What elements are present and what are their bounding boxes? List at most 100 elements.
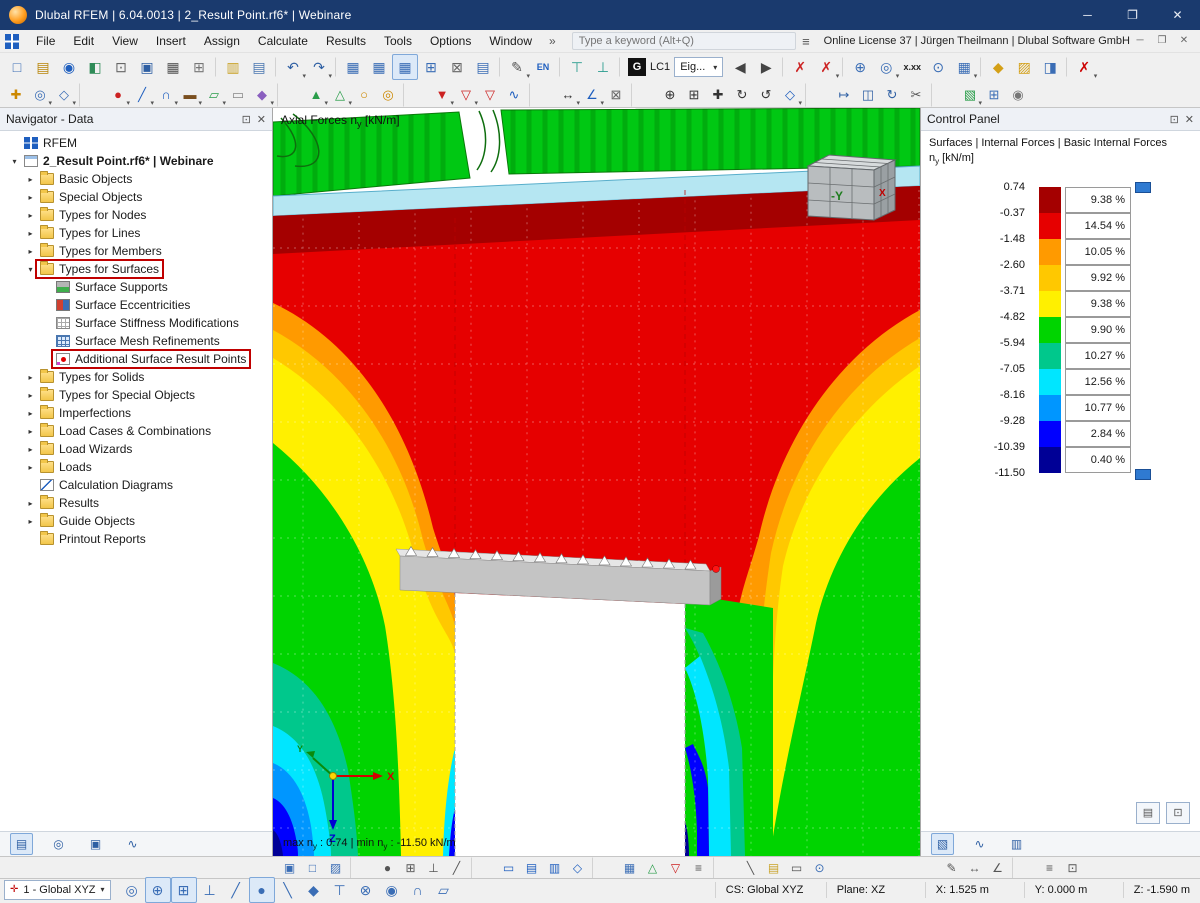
show-supports-icon[interactable]: △ xyxy=(641,857,664,879)
model-view-canvas[interactable]: Y X Z -Y X Axial Forces ny [kN/m] max ny… xyxy=(273,108,920,856)
navigator-tree-item[interactable]: ▸ Guide Objects xyxy=(0,512,272,530)
select-special-icon[interactable]: ◇ xyxy=(52,83,76,107)
menu-item[interactable]: View xyxy=(103,30,147,52)
isometric-small-icon[interactable]: ◇ xyxy=(566,857,589,879)
display-properties-icon[interactable]: ✎ xyxy=(504,54,530,80)
navigator-tree-item[interactable]: Surface Stiffness Modifications xyxy=(0,314,272,332)
status-ortho-icon[interactable]: ⊥ xyxy=(197,877,223,903)
navigator-tree-item[interactable]: ▸ Types for Solids xyxy=(0,368,272,386)
status-workplane-icon[interactable]: ▱ xyxy=(431,877,457,903)
close-button[interactable]: ✕ xyxy=(1155,0,1200,30)
navigator-tree-item[interactable]: ▸ Imperfections xyxy=(0,404,272,422)
menu-item[interactable]: Assign xyxy=(195,30,249,52)
tree-expand-arrow[interactable]: ▸ xyxy=(24,445,37,454)
navigator-tree-item[interactable]: ▾ 2_Result Point.rf6* | Webinare xyxy=(0,152,272,170)
results-navigator-tab-icon[interactable]: ∿ xyxy=(121,833,144,855)
isometric-view-icon[interactable]: ◇ xyxy=(778,83,802,107)
clipping-box-icon[interactable]: ⊠ xyxy=(604,83,628,107)
tree-expand-arrow[interactable]: ▸ xyxy=(24,211,37,220)
menu-overflow-chevron[interactable]: » xyxy=(541,34,564,48)
navigator-tree-item[interactable]: ▸ Load Cases & Combinations xyxy=(0,422,272,440)
coordinate-system-select[interactable]: ✛ 1 - Global XYZ ▾ xyxy=(4,880,111,900)
dlubal-online-icon[interactable]: ◉ xyxy=(56,54,82,80)
arc-icon[interactable]: ∩ xyxy=(154,83,178,107)
status-line-snap-icon[interactable]: ╲ xyxy=(275,877,301,903)
align-top-icon[interactable]: ⊤ xyxy=(564,54,590,80)
panel-close-icon[interactable]: ✕ xyxy=(1185,113,1194,126)
menu-item[interactable]: Edit xyxy=(64,30,103,52)
status-perpendicular-icon[interactable]: ⊤ xyxy=(327,877,353,903)
move-copy-icon[interactable]: ↦ xyxy=(832,83,856,107)
navigator-tree-item[interactable]: Surface Supports xyxy=(0,278,272,296)
smooth-results-tab-icon[interactable]: ∿ xyxy=(968,833,991,855)
menu-item[interactable]: Window xyxy=(480,30,541,52)
status-grid-icon[interactable]: ⊞ xyxy=(171,877,197,903)
line-support-icon[interactable]: △ xyxy=(328,83,352,107)
line-hinge-icon[interactable]: ◎ xyxy=(376,83,400,107)
national-annex-icon[interactable]: EN xyxy=(530,54,556,80)
member-icon[interactable]: ▬ xyxy=(178,83,202,107)
menu-item[interactable]: Options xyxy=(421,30,480,52)
status-tangent-icon[interactable]: ∩ xyxy=(405,877,431,903)
navigator-tree-item[interactable]: ▸ Loads xyxy=(0,458,272,476)
result-grid-icon[interactable]: ▦ xyxy=(951,54,977,80)
views-navigator-tab-icon[interactable]: ▣ xyxy=(84,833,107,855)
color-scale-tab-icon[interactable]: ▧ xyxy=(931,833,954,855)
opening-icon[interactable]: ▭ xyxy=(226,83,250,107)
angle-measure-icon[interactable]: ∠ xyxy=(986,857,1009,879)
edit-drawing-icon[interactable]: ✎ xyxy=(940,857,963,879)
navigator-close-icon[interactable]: ✕ xyxy=(257,113,266,126)
search-menu-icon[interactable]: ≡ xyxy=(802,34,810,49)
menu-item[interactable]: Tools xyxy=(375,30,421,52)
show-loads-icon[interactable]: ◆ xyxy=(985,54,1011,80)
status-object-snap-icon[interactable]: ● xyxy=(249,877,275,903)
sticky-note-icon[interactable]: ▥ xyxy=(220,54,246,80)
navigator-tree-item[interactable]: ▸ Load Wizards xyxy=(0,440,272,458)
tree-expand-arrow[interactable]: ▸ xyxy=(24,463,37,472)
doc-restore-icon[interactable]: ❐ xyxy=(1152,32,1172,50)
csc-interface-icon[interactable]: ⊠ xyxy=(444,54,470,80)
table-export-icon[interactable]: ⊞ xyxy=(418,54,444,80)
panel-toggle-icon[interactable]: ◨ xyxy=(1037,54,1063,80)
menu-item[interactable]: Results xyxy=(317,30,375,52)
doc-close-icon[interactable]: ✕ xyxy=(1174,32,1194,50)
settings-icon[interactable]: ◉ xyxy=(1006,83,1030,107)
navigator-tree-item[interactable]: ▸ Types for Nodes xyxy=(0,206,272,224)
margin-icon[interactable]: ▭ xyxy=(785,857,808,879)
navigator-tree-item[interactable]: ▸ Basic Objects xyxy=(0,170,272,188)
filter-loads-icon[interactable]: ✗ xyxy=(787,54,813,80)
imperfection-icon[interactable]: ∿ xyxy=(502,83,526,107)
undo-icon[interactable]: ↶ xyxy=(280,54,306,80)
scissors-icon[interactable]: ✂ xyxy=(904,83,928,107)
panel-float-icon[interactable]: ⊡ xyxy=(1170,113,1179,126)
show-loads-small-icon[interactable]: ▽ xyxy=(664,857,687,879)
tree-expand-arrow[interactable]: ▸ xyxy=(24,499,37,508)
add-result-point-icon[interactable]: ⊕ xyxy=(847,54,873,80)
fullscreen-icon[interactable]: ⊡ xyxy=(1061,857,1084,879)
doc-minimize-icon[interactable]: ─ xyxy=(1130,32,1150,50)
delete-results-icon[interactable]: ✗ xyxy=(1071,54,1097,80)
view-yz-icon[interactable]: ▥ xyxy=(543,857,566,879)
status-center-icon[interactable]: ◉ xyxy=(379,877,405,903)
zoom-window-icon[interactable]: ⊞ xyxy=(682,83,706,107)
tree-expand-arrow[interactable]: ▾ xyxy=(24,265,37,274)
active-table-icon[interactable]: ▦ xyxy=(392,54,418,80)
status-midpoint-icon[interactable]: ◆ xyxy=(301,877,327,903)
tree-expand-arrow[interactable]: ▸ xyxy=(24,427,37,436)
print-graphic-icon[interactable]: ⊡ xyxy=(108,54,134,80)
tree-expand-arrow[interactable]: ▸ xyxy=(24,229,37,238)
result-diagram-tab-icon[interactable]: ▥ xyxy=(1005,833,1028,855)
print-icon[interactable]: ▦ xyxy=(160,54,186,80)
status-select-icon[interactable]: ◎ xyxy=(119,877,145,903)
status-guidelines-icon[interactable]: ╱ xyxy=(223,877,249,903)
nodal-support-icon[interactable]: ▲ xyxy=(304,83,328,107)
tree-expand-arrow[interactable]: ▸ xyxy=(24,247,37,256)
navigator-tree-item[interactable]: RFEM xyxy=(0,134,272,152)
model-view[interactable]: Y X Z -Y X Axial Forces ny [kN/m] max ny… xyxy=(273,108,920,856)
align-bottom-icon[interactable]: ⊥ xyxy=(590,54,616,80)
legend-scale-handle-top[interactable] xyxy=(1135,182,1151,193)
tree-expand-arrow[interactable]: ▸ xyxy=(24,409,37,418)
navigator-tree-item[interactable]: ▸ Results xyxy=(0,494,272,512)
measure-icon[interactable]: ↔ xyxy=(963,857,986,879)
grid-points-icon[interactable]: ⊞ xyxy=(982,83,1006,107)
